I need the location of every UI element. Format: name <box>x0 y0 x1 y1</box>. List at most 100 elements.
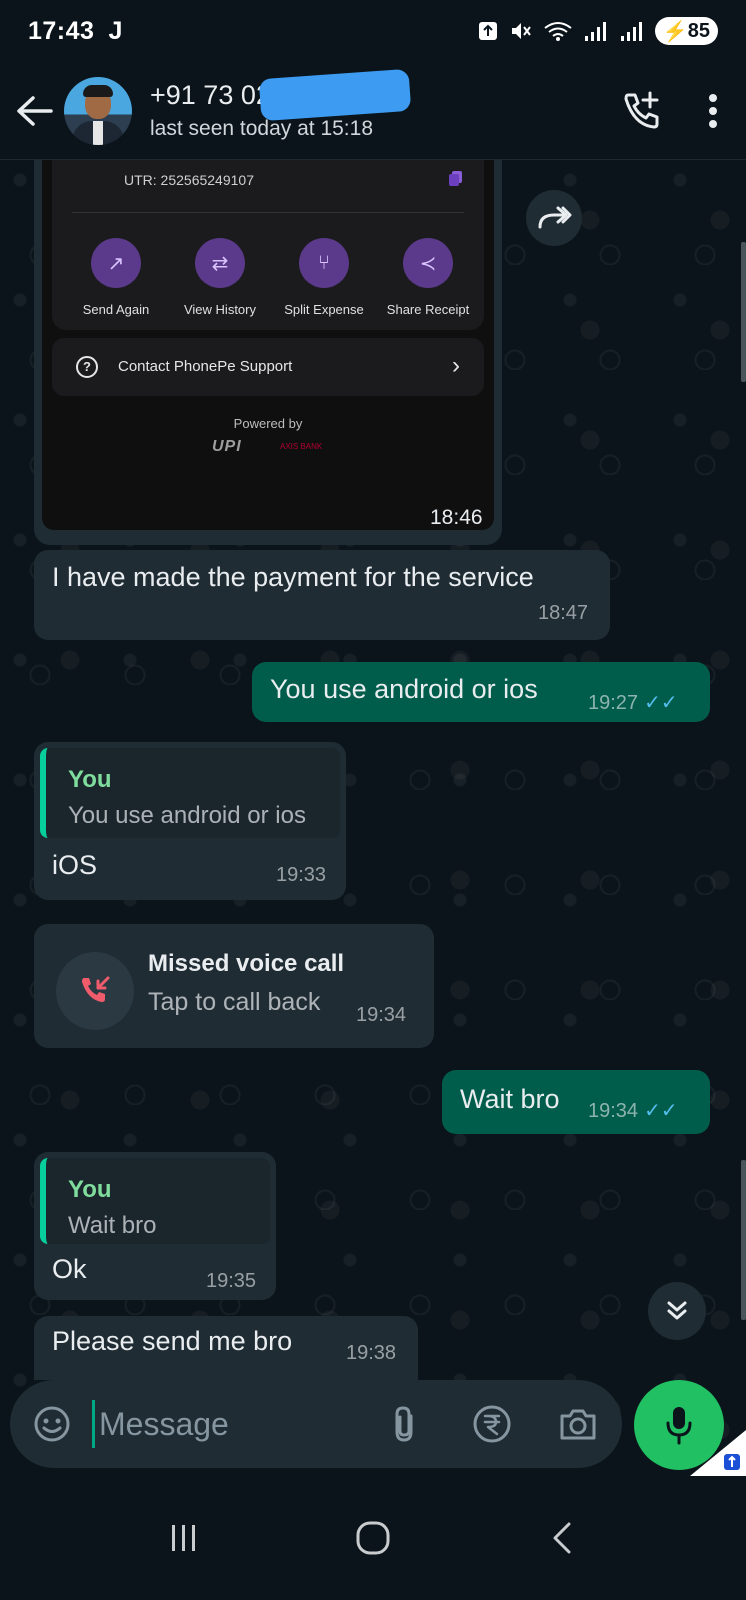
receipt-transaction-card: UTR: 252565249107 ↗ Send Again ⇄ View Hi… <box>52 160 484 330</box>
split-expense-label: Split Expense <box>284 302 364 317</box>
message-meta: 19:27 ✓✓ <box>588 690 678 715</box>
message-input[interactable] <box>92 1400 372 1448</box>
battery-indicator: ⚡ 85 <box>654 17 718 45</box>
scrollbar-lower[interactable] <box>741 1160 746 1320</box>
header-actions <box>620 89 718 133</box>
missed-call-message[interactable]: Missed voice call Tap to call back 19:34 <box>34 924 434 1048</box>
more-options-icon[interactable] <box>708 93 718 129</box>
forward-button[interactable] <box>526 190 582 246</box>
forward-icon <box>538 206 572 229</box>
quoted-text: Wait bro <box>68 1212 157 1239</box>
add-call-icon[interactable] <box>620 89 664 133</box>
recent-apps-icon <box>172 1525 196 1551</box>
receipt-image-message[interactable]: UTR: 252565249107 ↗ Send Again ⇄ View Hi… <box>34 160 502 545</box>
axis-bank-logo: AXIS BANK <box>280 442 323 451</box>
outgoing-message[interactable]: Wait bro 19:34 ✓✓ <box>442 1070 710 1134</box>
home-icon <box>356 1521 390 1555</box>
copy-icon <box>449 171 462 186</box>
message-time: 19:38 <box>346 1342 397 1364</box>
camera-icon <box>560 1409 596 1440</box>
payment-button[interactable] <box>470 1402 514 1446</box>
missed-call-subtitle[interactable]: Tap to call back <box>148 988 320 1017</box>
scroll-to-bottom-button[interactable] <box>648 1282 706 1340</box>
share-receipt-label: Share Receipt <box>386 302 470 317</box>
message-composer <box>10 1380 622 1468</box>
camera-button[interactable] <box>556 1402 600 1446</box>
whatsapp-chat-screen: 17:43 J ⚡ 85 +91 73 029 last seen today … <box>0 0 746 1600</box>
message-text: iOS <box>52 850 98 880</box>
split-expense-action: ⑂ Split Expense <box>274 238 374 317</box>
message-text: Wait bro <box>460 1084 560 1114</box>
system-navigation-bar <box>0 1476 746 1600</box>
attach-button[interactable] <box>382 1402 426 1446</box>
message-time: 19:27 <box>588 692 639 714</box>
rupee-icon <box>473 1405 511 1443</box>
signal-icon <box>584 22 606 41</box>
incoming-message[interactable]: I have made the payment for the service … <box>34 550 610 640</box>
mute-icon <box>511 23 531 39</box>
chevron-right-icon: › <box>452 352 460 379</box>
view-history-action: ⇄ View History <box>170 238 270 317</box>
message-time: 19:35 <box>206 1270 257 1292</box>
view-history-label: View History <box>183 302 256 317</box>
help-icon: ? <box>76 356 98 378</box>
app-indicator: J <box>108 16 123 45</box>
send-again-action: ↗ Send Again <box>66 238 166 317</box>
contact-avatar[interactable] <box>64 76 132 145</box>
share-icon: ≺ <box>403 238 453 288</box>
message-text: Please send me bro <box>52 1326 293 1356</box>
contact-info[interactable]: +91 73 029 last seen today at 15:18 <box>150 68 412 141</box>
message-time: 19:34 <box>588 1100 639 1122</box>
status-icons: ⚡ 85 <box>477 17 718 45</box>
read-ticks-icon: ✓✓ <box>644 1100 678 1122</box>
redaction-mark <box>258 68 412 122</box>
receipt-screenshot: UTR: 252565249107 ↗ Send Again ⇄ View Hi… <box>42 160 494 530</box>
incoming-reply-message[interactable]: You You use android or ios iOS 19:33 <box>34 742 346 900</box>
view-history-icon: ⇄ <box>195 238 245 288</box>
battery-bolt-icon: ⚡ <box>662 20 688 43</box>
message-time: 19:33 <box>276 864 327 886</box>
avatar-shirt <box>93 120 103 145</box>
avatar-hair <box>83 84 113 97</box>
last-seen: last seen today at 15:18 <box>150 117 373 140</box>
sticker-icon <box>34 1406 70 1442</box>
incoming-message[interactable]: Please send me bro 19:38 <box>34 1316 418 1380</box>
wifi-icon <box>544 22 572 41</box>
quoted-message[interactable]: You You use android or ios <box>40 748 340 838</box>
support-text: Contact PhonePe Support <box>118 358 293 375</box>
send-again-label: Send Again <box>82 302 150 317</box>
recent-apps-button[interactable] <box>144 1498 224 1578</box>
message-list[interactable]: UTR: 252565249107 ↗ Send Again ⇄ View Hi… <box>0 160 746 1380</box>
receipt-time: 18:46 <box>430 506 483 529</box>
back-arrow-icon <box>17 95 53 126</box>
back-button[interactable] <box>4 81 64 141</box>
notification-icon <box>478 22 497 40</box>
phonepe-support-row: ? Contact PhonePe Support › <box>52 338 484 396</box>
double-chevron-down-icon <box>667 1301 687 1320</box>
scrollbar[interactable] <box>741 242 746 382</box>
quoted-author: You <box>68 1176 112 1203</box>
message-time: 19:34 <box>356 1004 407 1026</box>
message-text: You use android or ios <box>270 674 538 704</box>
contact-name: +91 73 029 <box>150 68 412 122</box>
back-nav-button[interactable] <box>522 1498 602 1578</box>
message-time: 18:47 <box>538 602 589 624</box>
receipt-divider <box>72 212 464 213</box>
quoted-author: You <box>68 766 112 793</box>
status-time: 17:43 <box>28 16 95 45</box>
chat-header: +91 73 029 last seen today at 15:18 <box>0 62 746 160</box>
missed-call-icon-circle <box>56 952 134 1030</box>
utr-text: UTR: 252565249107 <box>124 172 254 188</box>
split-expense-icon: ⑂ <box>299 238 349 288</box>
incoming-reply-message[interactable]: You Wait bro Ok 19:35 <box>34 1152 276 1300</box>
paperclip-icon <box>395 1406 413 1442</box>
home-button[interactable] <box>333 1498 413 1578</box>
missed-call-icon <box>82 976 110 1002</box>
signal-icon-2 <box>620 22 642 41</box>
outgoing-message[interactable]: You use android or ios 19:27 ✓✓ <box>252 662 710 722</box>
status-bar: 17:43 J ⚡ 85 <box>0 0 746 62</box>
quoted-message[interactable]: You Wait bro <box>40 1158 270 1244</box>
emoji-button[interactable] <box>30 1402 74 1446</box>
message-meta: 19:34 ✓✓ <box>588 1098 678 1123</box>
powered-by-text: Powered by <box>233 416 303 431</box>
